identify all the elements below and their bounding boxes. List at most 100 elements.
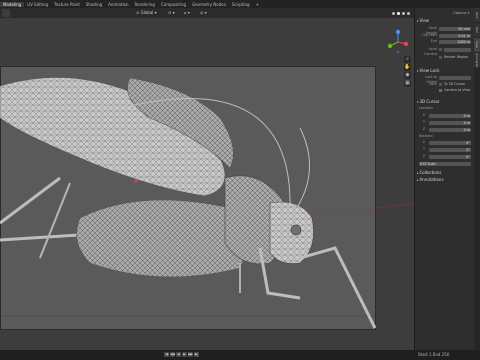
annotations-section-header[interactable]: ▸Annotations (417, 177, 473, 182)
camera-to-view-row[interactable]: Camera to View (417, 88, 473, 93)
pan-hand-icon[interactable]: ✋ (404, 64, 411, 71)
pivot-point-dropdown[interactable]: ⊙ ▾ (168, 9, 175, 17)
grasshopper-wireframe-model[interactable] (0, 18, 414, 350)
clip-end-row[interactable]: End 1000 m (417, 39, 473, 44)
focal-length-field[interactable]: 50 mm (439, 26, 471, 31)
focal-length-row[interactable]: Focal Length 50 mm (417, 26, 473, 35)
workspace-tab[interactable]: UV Editing (24, 2, 51, 7)
rotation-y-field[interactable]: 0° (429, 147, 471, 152)
editor-type-icon[interactable] (2, 9, 10, 17)
to-3d-cursor-label: To 3D Cursor (444, 82, 466, 86)
solid-shading-icon[interactable] (397, 11, 400, 15)
location-y-row[interactable]: Y 0 m (417, 120, 473, 125)
rotation-z-row[interactable]: Z 0° (417, 154, 473, 159)
play-reverse-icon[interactable]: ◀ (176, 352, 181, 357)
rotation-label-row: Rotation (417, 134, 473, 139)
workspace-tab[interactable]: Modeling (0, 1, 25, 7)
lock-to-object-field[interactable] (439, 75, 471, 80)
render-region-label: Render Region (444, 55, 469, 59)
clip-start-field[interactable]: 0.01 m (439, 33, 471, 38)
location-x-row[interactable]: X 0 m (417, 113, 473, 118)
sidebar-tab-tool[interactable]: Tool (474, 23, 480, 38)
chevron-right-icon: ▸ (417, 171, 419, 175)
workspace-tab[interactable]: Animation (105, 2, 131, 7)
local-camera-row[interactable]: Local Camera (417, 47, 473, 56)
prev-keyframe-icon[interactable]: ◀◀ (170, 352, 175, 357)
clip-start-row[interactable]: Clip Start 0.01 m (417, 33, 473, 38)
sidebar-tab-item[interactable]: Item (474, 8, 480, 23)
sidebar-tabs: Item Tool View Animation (474, 8, 480, 350)
chevron-right-icon: ▸ (417, 178, 419, 182)
lock-to-object-row[interactable]: Lock to Object (417, 75, 473, 84)
workspace-tab[interactable]: Scripting (229, 2, 253, 7)
playback-controls[interactable]: |◀ ◀◀ ◀ ▶ ▶▶ ▶| (164, 352, 199, 358)
workspace-tab[interactable]: Geometry Nodes (189, 2, 229, 7)
hind-leg-upper (0, 176, 61, 225)
view-lock-section-header[interactable]: ▾View Lock (417, 68, 473, 73)
collections-section-header[interactable]: ▸Collections (417, 170, 473, 175)
abdomen-mesh (76, 199, 249, 278)
sidebar-tab-view[interactable]: View (474, 38, 480, 53)
perspective-toggle-icon[interactable]: ▦ (404, 80, 411, 87)
sidebar-tab-animation[interactable]: Animation (474, 53, 480, 68)
location-z-field[interactable]: 0 m (429, 127, 471, 132)
n-panel-sidebar: Options ▾ ▾View Focal Length 50 mm Clip … (414, 8, 475, 350)
play-icon[interactable]: ▶ (182, 352, 187, 357)
render-region-row[interactable]: Render Region (417, 55, 473, 60)
axis-label: Z (422, 127, 425, 131)
rotation-y-row[interactable]: Y 0° (417, 147, 473, 152)
rotation-x-row[interactable]: X 0° (417, 140, 473, 145)
viewport-shading-buttons[interactable] (392, 8, 414, 18)
middle-leg (39, 182, 71, 259)
clip-end-field[interactable]: 1000 m (439, 39, 471, 44)
rotation-mode-dropdown[interactable]: XYZ Euler (419, 161, 471, 166)
rendered-shading-icon[interactable] (407, 11, 410, 15)
view-section-header[interactable]: ▾View (417, 18, 473, 23)
field-label: End (430, 39, 437, 43)
rotation-label: Rotation (419, 134, 433, 138)
rotation-z-field[interactable]: 0° (429, 154, 471, 159)
camera-to-view-checkbox[interactable] (439, 89, 442, 92)
lock-cursor-row[interactable]: Lock To 3D Cursor (417, 82, 473, 87)
chevron-down-icon: ▾ (417, 19, 419, 23)
chevron-down-icon: ▾ (417, 100, 419, 104)
rotation-x-field[interactable]: 0° (429, 140, 471, 145)
location-x-field[interactable]: 0 m (429, 113, 471, 118)
frame-range-text: Start 1 End 250 (418, 352, 450, 357)
workspace-tabs-bar: Modeling UV Editing Texture Paint Shading An… (0, 0, 480, 8)
workspace-tab[interactable]: + (253, 2, 262, 7)
navigation-gizmo[interactable] (386, 26, 410, 56)
transform-orientation-dropdown[interactable]: ⊕ Global ▾ (136, 9, 157, 17)
section-title: Annotations (419, 177, 444, 182)
field-label: Clip Start (421, 33, 437, 37)
chevron-down-icon: ▾ (417, 69, 419, 73)
workspace-tab[interactable]: Shading (83, 2, 105, 7)
to-3d-cursor-checkbox[interactable] (439, 83, 442, 86)
axis-label: Z (422, 154, 425, 158)
zoom-icon[interactable]: ⌕ (404, 56, 411, 63)
jump-start-icon[interactable]: |◀ (164, 352, 169, 357)
next-keyframe-icon[interactable]: ▶▶ (188, 352, 193, 357)
location-z-row[interactable]: Z 0 m (417, 127, 473, 132)
workspace-tab[interactable]: Texture Paint (51, 2, 83, 7)
camera-to-view-label: Camera to View (444, 88, 471, 92)
wireframe-shading-icon[interactable] (392, 11, 395, 15)
3d-viewport[interactable]: ⌕ ✋ ◉ ▦ (0, 18, 414, 350)
proportional-edit-toggle[interactable]: ◎ ▾ (200, 9, 207, 17)
camera-view-icon[interactable]: ◉ (404, 72, 411, 79)
local-camera-field[interactable] (444, 47, 471, 52)
workspace-tab[interactable]: Compositing (158, 2, 189, 7)
location-y-field[interactable]: 0 m (429, 120, 471, 125)
rotation-mode-row[interactable]: XYZ Euler (417, 161, 473, 166)
section-title: View Lock (419, 68, 440, 73)
render-region-checkbox[interactable] (439, 56, 442, 59)
local-camera-checkbox[interactable] (439, 48, 442, 51)
field-label: Lock (429, 82, 437, 86)
workspace-tab[interactable]: Rendering (132, 2, 158, 7)
chevron-down-icon: ▾ (154, 10, 157, 15)
material-shading-icon[interactable] (402, 11, 405, 15)
snap-toggle[interactable]: ⌂ ▾ (184, 9, 190, 17)
3d-cursor-section-header[interactable]: ▾3D Cursor (417, 99, 473, 104)
antenna-right (297, 127, 310, 207)
jump-end-icon[interactable]: ▶| (194, 352, 199, 357)
